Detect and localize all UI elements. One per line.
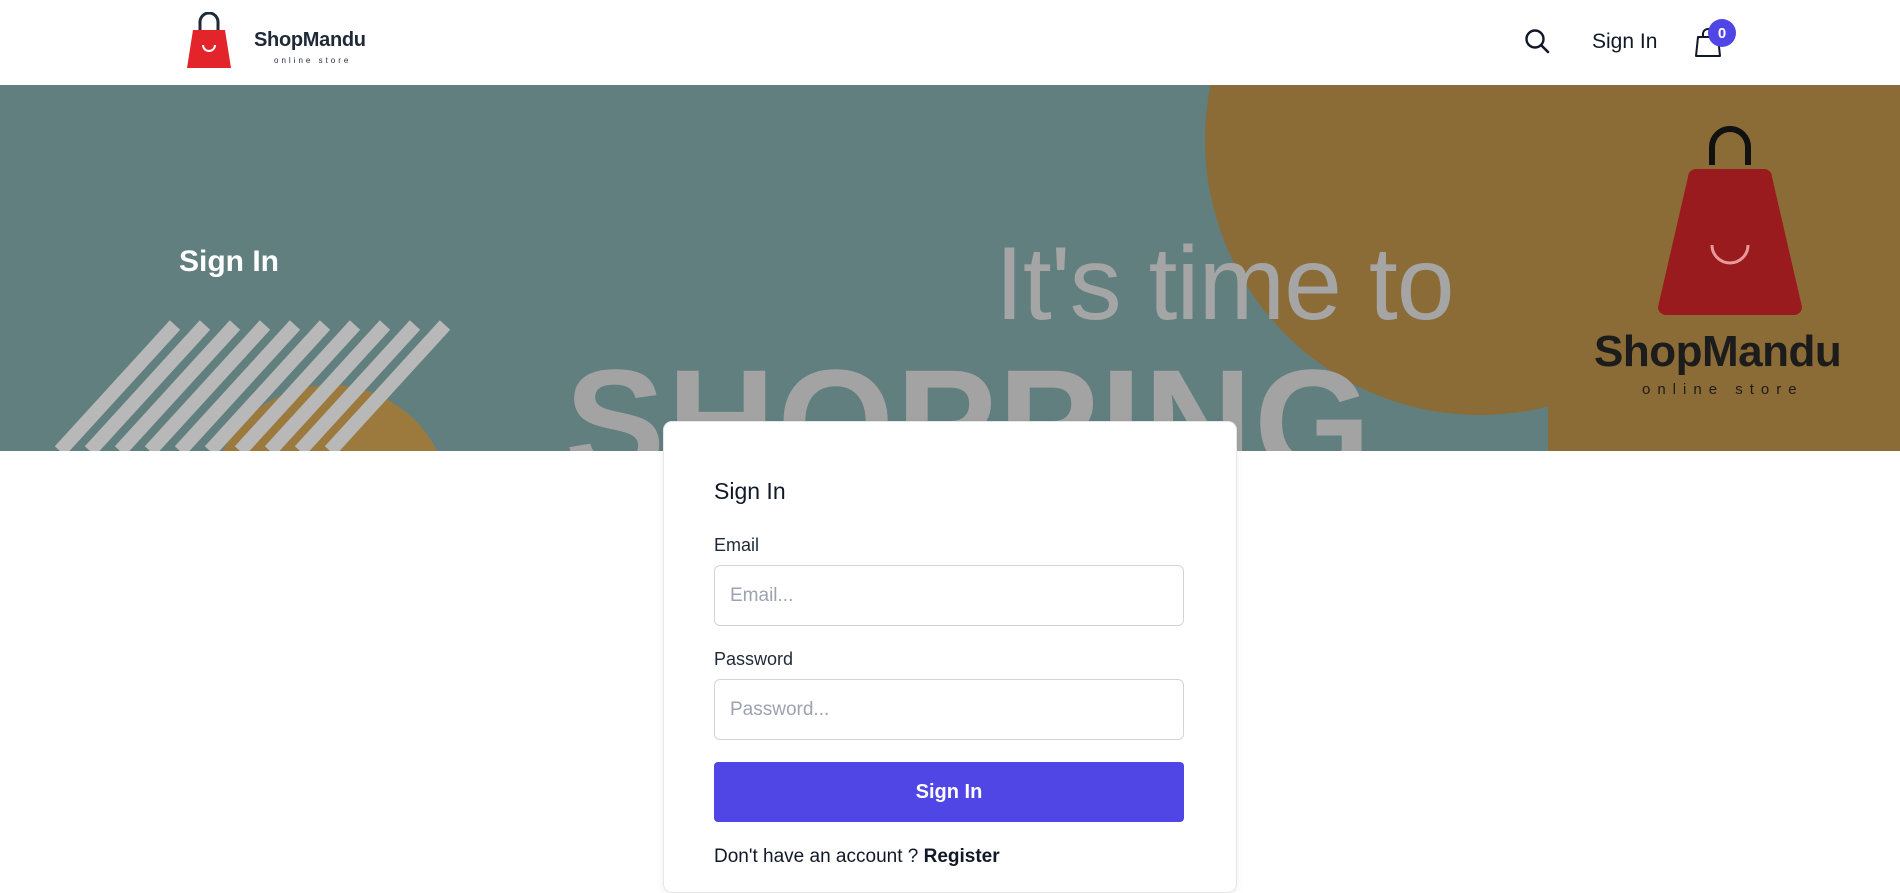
sign-in-card: Sign In Email Password Sign In Don't hav… — [663, 421, 1237, 893]
site-header: ShopMandu online store Sign In 0 — [0, 0, 1900, 86]
banner-text-line1: It's time to — [995, 226, 1455, 342]
password-label: Password — [714, 649, 794, 669]
password-input[interactable] — [714, 679, 1184, 740]
logo-name: ShopMandu — [254, 29, 366, 51]
register-link[interactable]: Register — [924, 846, 1000, 867]
page-title: Sign In — [179, 245, 279, 278]
logo-tagline: online store — [274, 56, 352, 65]
register-prompt-text: Don't have an account ? — [714, 846, 924, 867]
shopping-bag-logo-icon — [187, 12, 231, 68]
banner-brand-name: ShopMandu — [1594, 327, 1842, 376]
cart-count-badge: 0 — [1708, 19, 1736, 47]
form-title: Sign In — [714, 478, 786, 504]
hero-banner: Sign In It's time to SHOPPING ShopMandu … — [0, 85, 1900, 451]
site-logo[interactable]: ShopMandu online store — [186, 10, 366, 72]
register-prompt: Don't have an account ? Register — [714, 846, 1000, 868]
banner-brand-tagline: online store — [1642, 381, 1804, 398]
search-icon[interactable] — [1524, 28, 1550, 54]
sign-in-button[interactable]: Sign In — [714, 762, 1184, 822]
email-input[interactable] — [714, 565, 1184, 626]
email-label: Email — [714, 535, 760, 555]
nav-sign-in-link[interactable]: Sign In — [1592, 30, 1657, 54]
